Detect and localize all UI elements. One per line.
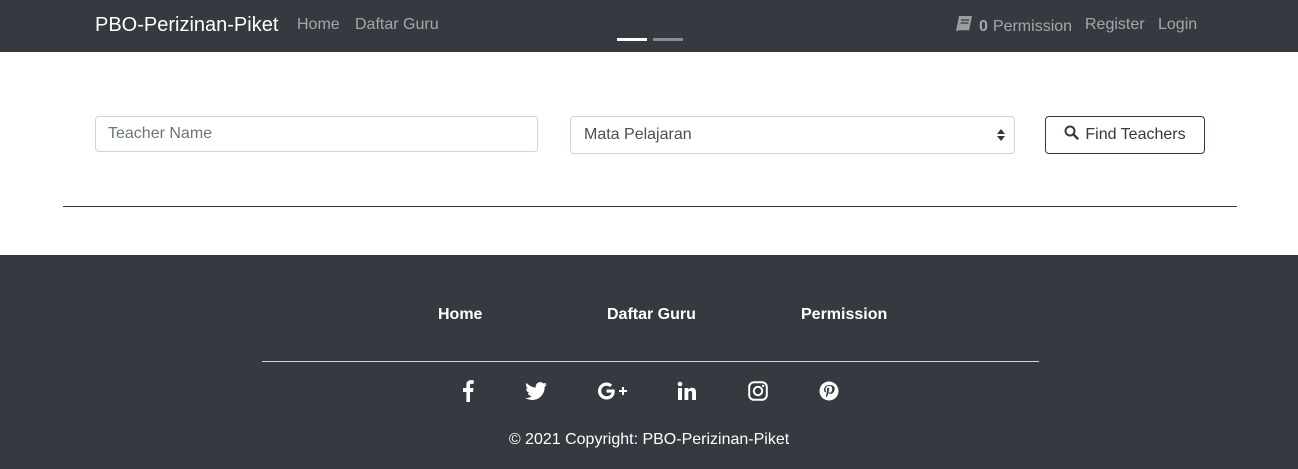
carousel-indicator-active[interactable]: [617, 38, 647, 41]
permission-count: 0: [979, 18, 988, 35]
book-icon: [954, 15, 974, 39]
permission-label: Permission: [992, 18, 1073, 35]
nav-login-link[interactable]: Login: [1158, 15, 1197, 35]
subject-select-value: Mata Pelajaran: [584, 126, 692, 143]
pinterest-icon[interactable]: [817, 379, 841, 403]
footer-daftar-guru-link[interactable]: Daftar Guru: [607, 305, 696, 325]
nav-daftar-guru-link[interactable]: Daftar Guru: [355, 15, 439, 35]
copyright-text: © 2021 Copyright: PBO-Perizinan-Piket: [508, 431, 790, 448]
facebook-icon[interactable]: [456, 379, 480, 403]
google-plus-icon[interactable]: [597, 379, 627, 403]
find-teachers-button[interactable]: Find Teachers: [1045, 116, 1205, 154]
find-teachers-label: Find Teachers: [1085, 126, 1186, 143]
footer: Home Daftar Guru Permission © 2021 Copyr…: [0, 255, 1298, 469]
carousel-indicator[interactable]: [653, 38, 683, 41]
nav-permission-link[interactable]: 0 Permission: [954, 15, 1072, 39]
twitter-icon[interactable]: [524, 379, 548, 403]
nav-home-link[interactable]: Home: [297, 15, 340, 35]
footer-home-link[interactable]: Home: [438, 305, 482, 325]
teacher-name-input[interactable]: [95, 116, 538, 152]
subject-select[interactable]: Mata Pelajaran: [570, 116, 1015, 154]
nav-register-link[interactable]: Register: [1085, 15, 1145, 35]
footer-permission-link[interactable]: Permission: [801, 305, 887, 325]
instagram-icon[interactable]: [746, 379, 770, 403]
linkedin-icon[interactable]: [675, 379, 699, 403]
top-navbar: PBO-Perizinan-Piket Home Daftar Guru 0 P…: [0, 0, 1298, 52]
content-divider: [63, 206, 1237, 207]
brand-link[interactable]: PBO-Perizinan-Piket: [95, 12, 278, 38]
search-icon: [1064, 125, 1080, 145]
select-arrows-icon: [996, 127, 1006, 143]
footer-divider: [262, 361, 1039, 362]
